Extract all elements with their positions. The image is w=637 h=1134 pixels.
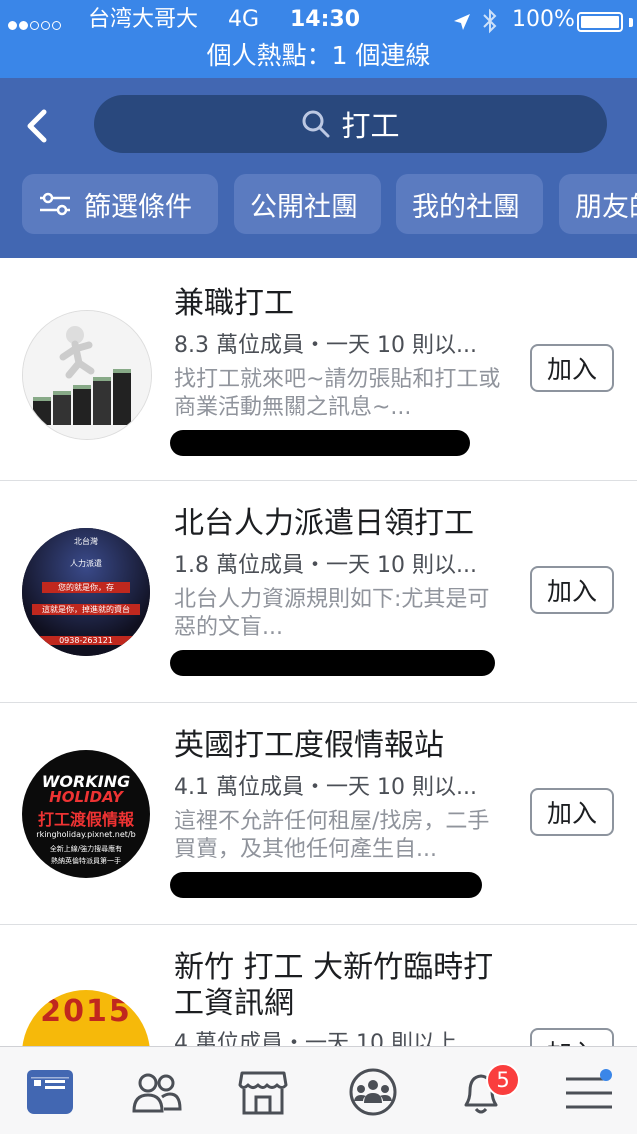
- group-results-list: 兼職打工 8.3 萬位成員・一天 10 則以... 找打工就來吧~請勿張貼和打工…: [0, 258, 637, 1046]
- marketplace-icon[interactable]: [236, 1065, 290, 1119]
- redaction-bar: [170, 872, 482, 898]
- group-title: 新竹 打工 大新竹臨時打工資訊網: [174, 950, 494, 1021]
- join-button[interactable]: 加入: [530, 1028, 614, 1046]
- redaction-bar: [170, 430, 470, 456]
- group-description: 找打工就來吧~請勿張貼和打工或商業活動無關之訊息~...: [174, 367, 501, 420]
- avatar-text: 打工渡假情報: [37, 810, 134, 829]
- chip-label: 公開社團: [250, 191, 358, 223]
- avatar-text: rkingholiday.pixnet.net/b: [36, 830, 136, 839]
- battery-tip: [629, 18, 633, 27]
- network-type: 4G: [228, 7, 260, 32]
- search-icon: [302, 110, 330, 138]
- avatar-text: 您的就是你，存: [42, 582, 130, 593]
- redaction-bar: [170, 650, 495, 676]
- group-meta: 4.1 萬位成員・一天 10 則以...: [174, 775, 477, 800]
- groups-icon[interactable]: [346, 1065, 400, 1119]
- notification-badge: 5: [486, 1063, 520, 1097]
- location-icon: [454, 14, 470, 30]
- battery-icon: [577, 12, 623, 32]
- search-header: 打工 篩選條件 公開社團 我的社團 朋友的: [0, 78, 637, 258]
- stairs-figure-image: [23, 311, 151, 439]
- chip-label: 朋友的: [575, 191, 637, 223]
- avatar-text: 這就是你，掉進就的資台: [32, 604, 140, 615]
- filter-chips: 篩選條件 公開社團 我的社團 朋友的: [0, 174, 637, 236]
- chip-friends-groups[interactable]: 朋友的: [559, 174, 637, 234]
- avatar-text: 0938-263121: [22, 636, 150, 645]
- avatar-text: 北台灣: [74, 537, 98, 546]
- menu-icon[interactable]: [562, 1065, 616, 1119]
- bottom-tab-bar: 5: [0, 1046, 637, 1134]
- group-avatar: [22, 310, 152, 440]
- group-title: 英國打工度假情報站: [174, 728, 444, 763]
- chip-label: 篩選條件: [84, 191, 192, 223]
- back-icon[interactable]: [18, 102, 58, 150]
- group-avatar: WORKING HOLIDAY 打工渡假情報 rkingholiday.pixn…: [22, 750, 150, 878]
- list-item[interactable]: 北台灣 人力派遣 您的就是你，存 這就是你，掉進就的資台 0938-263121…: [0, 480, 637, 703]
- avatar-text: 全新上線/強力搜尋應有: [49, 845, 123, 853]
- signal-strength-icon: [8, 15, 63, 34]
- group-title: 兼職打工: [174, 286, 294, 321]
- carrier-name: 台湾大哥大: [88, 7, 199, 32]
- search-field[interactable]: 打工: [94, 95, 607, 153]
- group-title: 北台人力派遣日領打工: [174, 506, 474, 541]
- search-query: 打工: [341, 109, 400, 143]
- avatar-text: 2015: [40, 994, 132, 1029]
- group-meta: 1.8 萬位成員・一天 10 則以...: [174, 553, 477, 578]
- friends-icon[interactable]: [130, 1065, 184, 1119]
- join-button[interactable]: 加入: [530, 788, 614, 836]
- bluetooth-icon: [483, 8, 497, 34]
- join-button[interactable]: 加入: [530, 566, 614, 614]
- filter-icon: [40, 192, 70, 216]
- group-avatar: 2015: [22, 990, 150, 1046]
- join-button[interactable]: 加入: [530, 344, 614, 392]
- list-item[interactable]: 2015 新竹 打工 大新竹臨時打工資訊網 4 萬位成員・一天 10 則以上 加…: [0, 924, 637, 1046]
- list-item[interactable]: 兼職打工 8.3 萬位成員・一天 10 則以... 找打工就來吧~請勿張貼和打工…: [0, 258, 637, 481]
- group-description: 北台人力資源規則如下:尤其是可惡的文盲...: [174, 587, 490, 640]
- avatar-text: 人力派遣: [70, 559, 102, 568]
- group-meta: 8.3 萬位成員・一天 10 則以...: [174, 333, 477, 358]
- chip-public-groups[interactable]: 公開社團: [234, 174, 381, 234]
- list-item[interactable]: WORKING HOLIDAY 打工渡假情報 rkingholiday.pixn…: [0, 702, 637, 925]
- group-meta: 4 萬位成員・一天 10 則以上: [174, 1031, 457, 1046]
- group-description: 這裡不允許任何租屋/找房，二手買賣，及其他任何產生自...: [174, 809, 490, 862]
- clock: 14:30: [290, 7, 361, 32]
- status-bar: 台湾大哥大 4G 14:30 100% 個人熱點：1 個連線: [0, 0, 637, 78]
- avatar-text: 熱納英倫特派員第一手: [51, 857, 121, 865]
- chip-label: 我的社團: [412, 191, 520, 223]
- news-feed-icon[interactable]: [24, 1065, 78, 1119]
- hotspot-banner[interactable]: 個人熱點：1 個連線: [0, 38, 637, 74]
- avatar-text: HOLIDAY: [49, 788, 123, 806]
- group-avatar: 北台灣 人力派遣 您的就是你，存 這就是你，掉進就的資台 0938-263121: [22, 528, 150, 656]
- battery-percent: 100%: [512, 7, 575, 32]
- chip-filters[interactable]: 篩選條件: [22, 174, 218, 234]
- chip-my-groups[interactable]: 我的社團: [396, 174, 543, 234]
